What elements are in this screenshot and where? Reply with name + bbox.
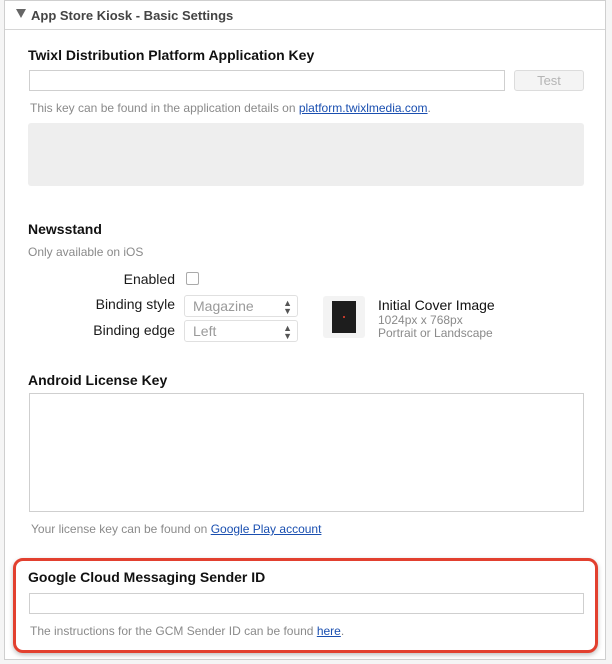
binding-edge-select[interactable]: Left ▲ ▼ (184, 320, 298, 342)
updown-chevron-icon: ▲ ▼ (283, 323, 292, 341)
android-hint-text: Your license key can be found on (31, 522, 211, 536)
cover-image-preview (332, 301, 356, 333)
gcm-sender-heading: Google Cloud Messaging Sender ID (28, 569, 266, 585)
section-header[interactable]: App Store Kiosk - Basic Settings (5, 1, 605, 30)
disclosure-triangle-icon[interactable] (16, 9, 26, 18)
android-license-heading: Android License Key (28, 372, 168, 388)
google-play-link[interactable]: Google Play account (211, 522, 322, 536)
binding-style-label: Binding style (95, 296, 175, 312)
binding-style-select[interactable]: Magazine ▲ ▼ (184, 295, 298, 317)
twixl-hint-suffix: . (427, 101, 431, 115)
gcm-instructions-link[interactable]: here (317, 624, 341, 638)
cover-image-thumbnail[interactable] (323, 296, 365, 338)
binding-style-value: Magazine (193, 298, 254, 314)
platform-link[interactable]: platform.twixlmedia.com (299, 101, 428, 115)
android-license-textarea[interactable] (29, 393, 584, 512)
gcm-hint-text: The instructions for the GCM Sender ID c… (30, 624, 317, 638)
cover-image-size: 1024px x 768px (378, 313, 463, 327)
twixl-key-heading: Twixl Distribution Platform Application … (28, 47, 315, 63)
gcm-sender-hint: The instructions for the GCM Sender ID c… (30, 624, 344, 638)
twixl-hint-text: This key can be found in the application… (30, 101, 299, 115)
enabled-label: Enabled (123, 271, 175, 287)
newsstand-subtitle: Only available on iOS (28, 245, 144, 259)
twixl-key-info-box (28, 123, 584, 186)
cover-image-orientation: Portrait or Landscape (378, 326, 493, 340)
twixl-key-input[interactable] (29, 70, 505, 91)
newsstand-heading: Newsstand (28, 221, 102, 237)
cover-image-mark (343, 316, 345, 318)
test-button[interactable]: Test (514, 70, 584, 91)
cover-image-title: Initial Cover Image (378, 297, 495, 313)
enabled-checkbox[interactable] (186, 272, 199, 285)
gcm-hint-suffix: . (340, 624, 345, 638)
binding-edge-label: Binding edge (93, 322, 175, 338)
updown-chevron-icon: ▲ ▼ (283, 298, 292, 316)
gcm-sender-input[interactable] (29, 593, 584, 614)
android-license-hint: Your license key can be found on Google … (31, 522, 321, 536)
binding-edge-value: Left (193, 323, 217, 339)
section-title: App Store Kiosk - Basic Settings (31, 8, 234, 23)
twixl-key-hint: This key can be found in the application… (30, 101, 431, 115)
